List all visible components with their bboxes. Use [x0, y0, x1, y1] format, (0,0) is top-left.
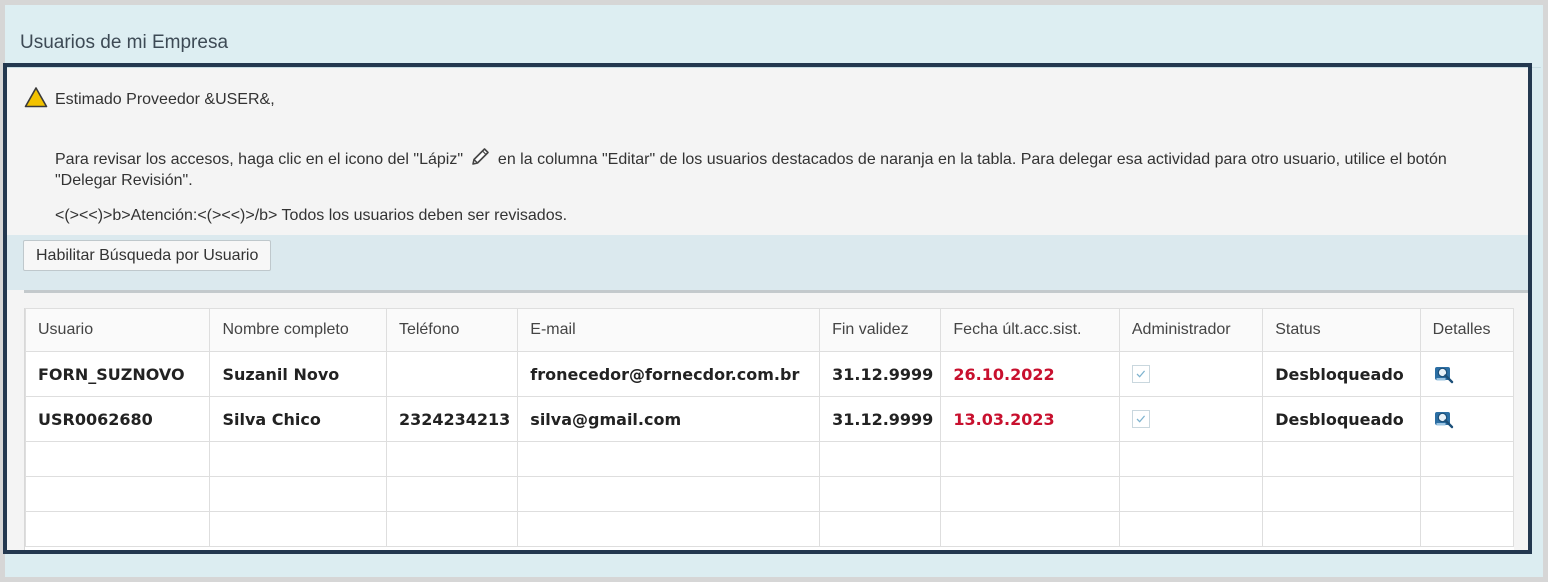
column-header-administrador[interactable]: Administrador [1118, 308, 1264, 352]
table-header-row: Usuario Nombre completo Teléfono E-mail … [24, 308, 1515, 352]
cell-usuario: USR0062680 [24, 396, 211, 442]
cell-telefono [385, 351, 519, 397]
cell-administrador [1118, 396, 1264, 442]
message-greeting: Estimado Proveedor &USER&, [55, 91, 275, 108]
table-row-empty [24, 476, 1515, 512]
message-greeting-line: Estimado Proveedor &USER&, [24, 87, 275, 109]
table-row-empty [24, 441, 1515, 477]
cell-fecha: 26.10.2022 [940, 351, 1120, 397]
user-details-icon[interactable] [1433, 408, 1455, 430]
message-paragraph: Para revisar los accesos, haga clic en e… [55, 146, 1510, 191]
cell-status: Desbloqueado [1262, 351, 1421, 397]
column-header-telefono[interactable]: Teléfono [385, 308, 519, 352]
toolbar-separator [24, 290, 1530, 293]
column-header-fecha[interactable]: Fecha últ.acc.sist. [940, 308, 1120, 352]
cell-telefono: 2324234213 [385, 396, 519, 442]
table-row[interactable]: FORN_SUZNOVO Suzanil Novo fronecedor@for… [24, 351, 1515, 397]
user-details-icon[interactable] [1433, 363, 1455, 385]
enable-user-search-button[interactable]: Habilitar Búsqueda por Usuario [23, 240, 272, 271]
panel-header: Usuarios de mi Empresa [5, 5, 1541, 68]
cell-detalles [1419, 351, 1515, 397]
page-title: Usuarios de mi Empresa [20, 32, 229, 53]
column-header-nombre[interactable]: Nombre completo [209, 308, 387, 352]
column-header-usuario[interactable]: Usuario [24, 308, 211, 352]
cell-administrador [1118, 351, 1264, 397]
users-table: Usuario Nombre completo Teléfono E-mail … [24, 308, 1515, 547]
main-content: Estimado Proveedor &USER&, Para revisar … [7, 68, 1530, 551]
cell-status: Desbloqueado [1262, 396, 1421, 442]
users-table-container: Usuario Nombre completo Teléfono E-mail … [24, 308, 1515, 551]
column-header-email[interactable]: E-mail [517, 308, 821, 352]
cell-detalles [1419, 396, 1515, 442]
table-row-empty [24, 511, 1515, 547]
checkmark-icon [1136, 370, 1145, 378]
table-row[interactable]: USR0062680 Silva Chico 2324234213 silva@… [24, 396, 1515, 442]
cell-nombre: Silva Chico [209, 396, 387, 442]
cell-nombre: Suzanil Novo [209, 351, 387, 397]
column-header-detalles[interactable]: Detalles [1419, 308, 1515, 352]
admin-checkbox[interactable] [1131, 364, 1150, 383]
message-text-before-icon: Para revisar los accesos, haga clic en e… [55, 151, 464, 168]
cell-fin-validez: 31.12.9999 [819, 396, 942, 442]
column-header-fin-validez[interactable]: Fin validez [819, 308, 942, 352]
cell-email: fronecedor@fornecdor.com.br [517, 351, 821, 397]
admin-checkbox[interactable] [1131, 409, 1150, 428]
warning-triangle-icon [24, 87, 48, 108]
checkmark-icon [1136, 415, 1145, 423]
cell-email: silva@gmail.com [517, 396, 821, 442]
message-note: <(><<)>b>Atención:<(><<)>/b> Todos los u… [55, 207, 568, 224]
column-header-status[interactable]: Status [1262, 308, 1421, 352]
cell-fecha: 13.03.2023 [940, 396, 1120, 442]
cell-usuario: FORN_SUZNOVO [24, 351, 211, 397]
cell-fin-validez: 31.12.9999 [819, 351, 942, 397]
pencil-icon [472, 148, 490, 165]
